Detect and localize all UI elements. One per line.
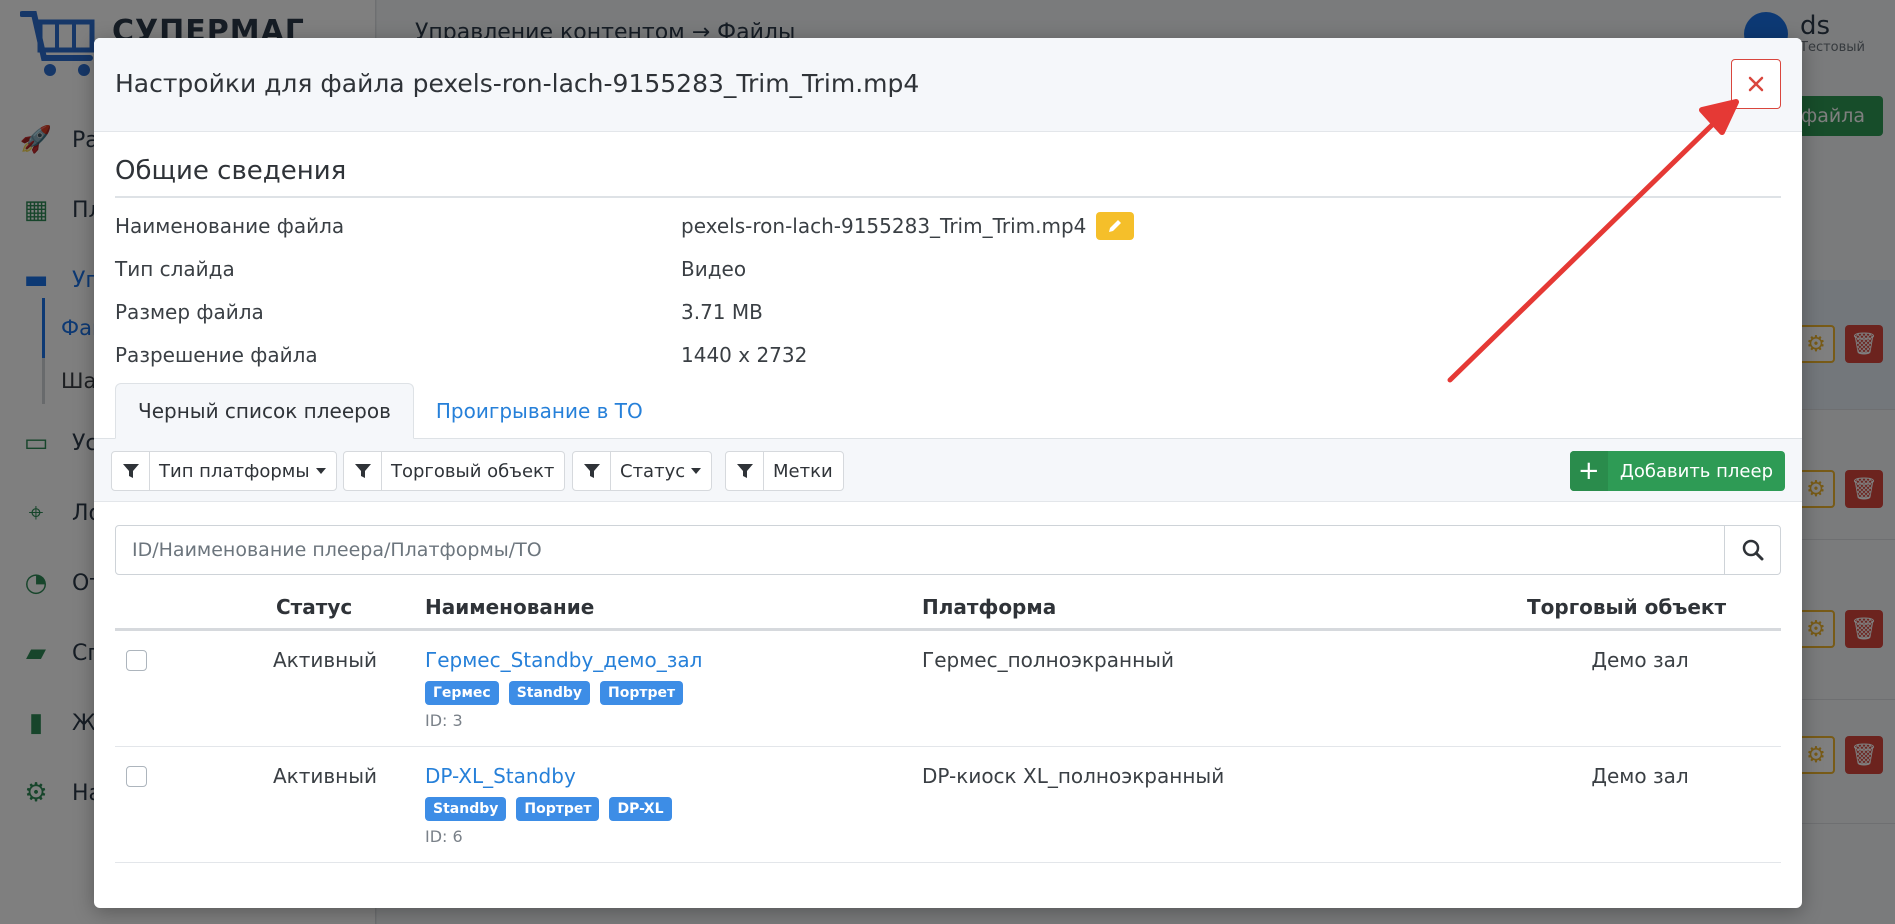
tag-badge: Standby	[425, 797, 507, 821]
filters-bar: Тип платформы Торговый объект Статус Мет…	[94, 438, 1802, 502]
close-button[interactable]	[1731, 59, 1781, 109]
filter-label: Торговый объект	[391, 460, 555, 482]
info-value: 3.71 MB	[681, 300, 763, 324]
chevron-down-icon	[691, 468, 702, 474]
add-player-label: Добавить плеер	[1619, 460, 1773, 482]
info-label: Наименование файла	[115, 214, 345, 238]
player-id: ID: 6	[425, 827, 463, 846]
search-box	[115, 525, 1781, 575]
tag-badge: Портрет	[516, 797, 600, 821]
filter-icon	[344, 452, 382, 490]
tab-blacklist[interactable]: Черный список плееров	[115, 383, 414, 439]
info-label: Тип слайда	[115, 257, 235, 281]
table-row: Активный Гермес_Standby_демо_зал Гермес …	[115, 631, 1781, 747]
row-trade-object: Демо зал	[1591, 648, 1689, 672]
player-link[interactable]: DP-XL_Standby	[425, 764, 672, 788]
info-row-filename: Наименование файла pexels-ron-lach-91552…	[115, 211, 1715, 241]
section-title: Общие сведения	[115, 156, 347, 186]
close-icon	[1748, 76, 1764, 92]
filter-icon	[573, 452, 611, 490]
info-value: pexels-ron-lach-9155283_Trim_Trim.mp4	[681, 212, 1135, 240]
header-platform[interactable]: Платформа	[922, 595, 1056, 619]
table-header: Статус Наименование Платформа Торговый о…	[115, 583, 1781, 631]
tag-badge: Гермес	[425, 681, 499, 705]
player-tags: Гермес Standby Портрет	[425, 681, 702, 705]
filter-icon	[112, 452, 150, 490]
search-icon	[1742, 539, 1763, 561]
row-status: Активный	[272, 648, 378, 672]
table-row: Активный DP-XL_Standby Standby Портрет D…	[115, 747, 1781, 863]
row-name-cell: DP-XL_Standby Standby Портрет DP-XL ID: …	[425, 764, 672, 846]
info-row-resolution: Разрешение файла 1440 x 2732	[115, 340, 1715, 370]
tag-badge: Портрет	[600, 681, 684, 705]
search-button[interactable]	[1724, 526, 1780, 574]
pencil-icon	[1109, 220, 1122, 232]
row-status: Активный	[272, 764, 378, 788]
info-row-file-size: Размер файла 3.71 MB	[115, 297, 1715, 327]
player-id: ID: 3	[425, 711, 463, 730]
row-platform: Гермес_полноэкранный	[922, 648, 1174, 672]
info-value: 1440 x 2732	[681, 343, 808, 367]
add-player-button[interactable]: + Добавить плеер	[1569, 451, 1785, 491]
row-name-cell: Гермес_Standby_демо_зал Гермес Standby П…	[425, 648, 702, 730]
filter-platform-type[interactable]: Тип платформы	[111, 451, 337, 491]
tab-playback[interactable]: Проигрывание в ТО	[414, 383, 665, 439]
filter-label: Тип платформы	[159, 460, 310, 482]
tabs: Черный список плееров Проигрывание в ТО	[115, 383, 665, 439]
edit-filename-button[interactable]	[1096, 212, 1135, 240]
players-table: Статус Наименование Платформа Торговый о…	[115, 583, 1781, 863]
filter-label: Метки	[773, 460, 833, 482]
filter-label: Статус	[620, 460, 686, 482]
row-checkbox[interactable]	[126, 650, 147, 671]
header-name[interactable]: Наименование	[425, 595, 594, 619]
filename-value: pexels-ron-lach-9155283_Trim_Trim.mp4	[681, 214, 1087, 238]
player-link[interactable]: Гермес_Standby_демо_зал	[425, 648, 702, 672]
filter-icon	[726, 452, 764, 490]
info-label: Разрешение файла	[115, 343, 318, 367]
search-input[interactable]	[116, 526, 1724, 574]
tag-badge: Standby	[508, 681, 591, 705]
modal-header: Настройки для файла pexels-ron-lach-9155…	[94, 38, 1802, 132]
header-status[interactable]: Статус	[276, 595, 352, 619]
tag-badge: DP-XL	[609, 797, 672, 821]
row-trade-object: Демо зал	[1591, 764, 1689, 788]
row-checkbox[interactable]	[126, 766, 147, 787]
info-value: Видео	[681, 257, 747, 281]
modal-title: Настройки для файла pexels-ron-lach-9155…	[115, 69, 920, 98]
section-divider	[115, 196, 1781, 198]
plus-icon: +	[1569, 451, 1608, 491]
info-row-slide-type: Тип слайда Видео	[115, 254, 1715, 284]
chevron-down-icon	[315, 468, 326, 474]
header-trade-object[interactable]: Торговый объект	[1527, 595, 1726, 619]
row-platform: DP-киоск XL_полноэкранный	[922, 764, 1225, 788]
filter-trade-object[interactable]: Торговый объект	[343, 451, 566, 491]
file-settings-modal: Настройки для файла pexels-ron-lach-9155…	[94, 38, 1802, 908]
filter-status[interactable]: Статус	[572, 451, 713, 491]
filter-tags[interactable]: Метки	[725, 451, 844, 491]
info-label: Размер файла	[115, 300, 264, 324]
player-tags: Standby Портрет DP-XL	[425, 797, 672, 821]
